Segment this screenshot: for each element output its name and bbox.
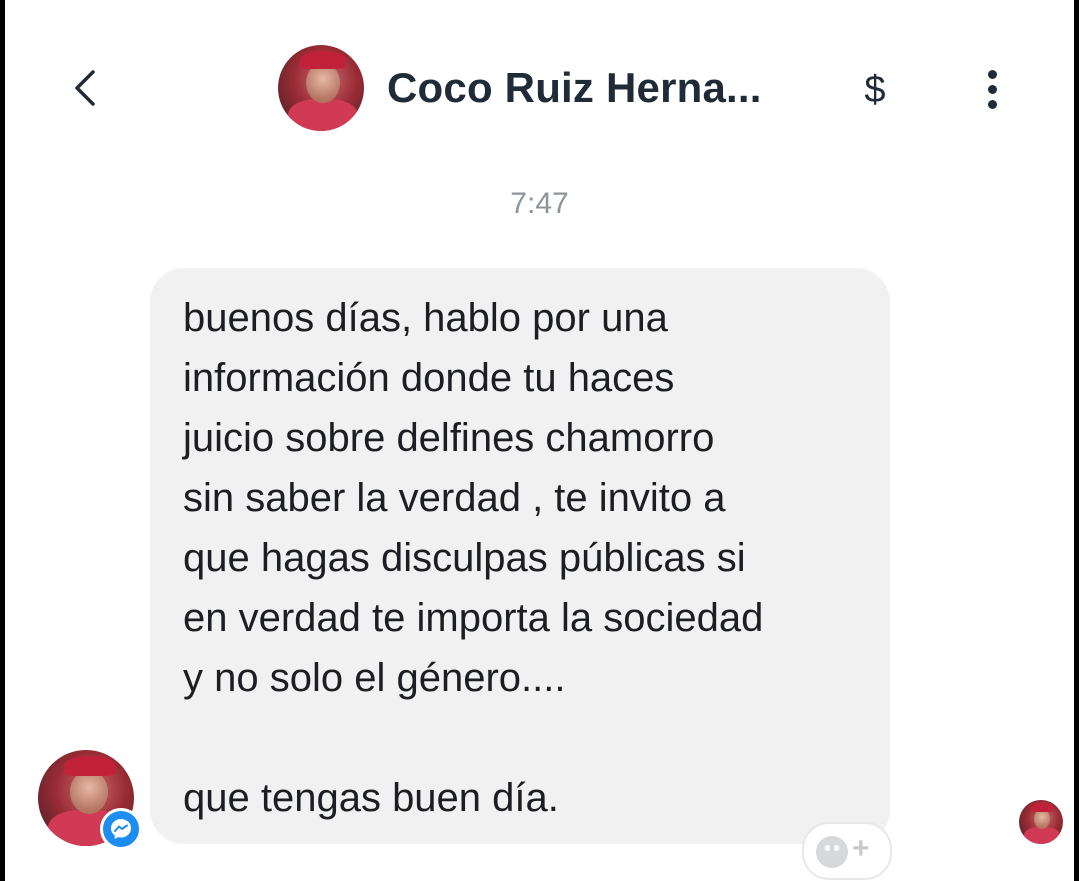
avatar-shirt: [1024, 827, 1060, 844]
dollar-icon: $: [864, 69, 886, 111]
messenger-icon: [111, 819, 131, 839]
messenger-badge: [100, 808, 142, 850]
message-text: buenos días, hablo por una información d…: [183, 296, 764, 820]
chat-header: Coco Ruiz Herna... $: [0, 0, 1079, 170]
send-money-button[interactable]: $: [850, 64, 900, 116]
more-vertical-icon-dot: [988, 85, 997, 94]
more-vertical-icon: [988, 70, 997, 79]
add-reaction-button[interactable]: +: [802, 822, 892, 880]
add-reaction-icon: [816, 836, 848, 868]
contact-name[interactable]: Coco Ruiz Herna...: [387, 64, 762, 112]
avatar-hat: [1031, 803, 1053, 812]
more-vertical-icon-dot: [988, 100, 997, 109]
seen-receipt-avatar: [1019, 800, 1063, 844]
avatar-face: [1034, 809, 1050, 829]
chevron-left-icon: [75, 70, 95, 106]
more-options-button[interactable]: [972, 64, 1012, 116]
avatar-hat: [64, 756, 116, 776]
back-button[interactable]: [60, 60, 116, 116]
avatar-hat: [300, 51, 346, 69]
avatar-shirt: [288, 99, 358, 131]
avatar-face: [70, 770, 108, 814]
avatar-face: [306, 63, 340, 103]
message-timestamp: 7:47: [510, 187, 569, 220]
plus-icon: +: [852, 832, 870, 865]
contact-avatar[interactable]: [278, 45, 364, 131]
